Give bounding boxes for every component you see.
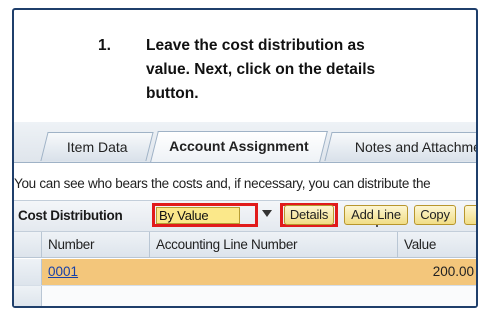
info-text: You can see who bears the costs and, if … xyxy=(14,176,431,191)
more-toolbar-button[interactable] xyxy=(464,205,476,225)
row-selector[interactable] xyxy=(14,259,42,285)
column-header-accounting-line-number[interactable]: Accounting Line Number xyxy=(150,232,398,258)
tab-bar: Item Data Account Assignment Notes and A… xyxy=(14,122,476,163)
tab-account-assignment-label: Account Assignment xyxy=(169,138,309,154)
sap-screen: Item Data Account Assignment Notes and A… xyxy=(14,122,476,306)
cost-distribution-select[interactable]: By Value xyxy=(156,207,240,224)
add-line-button[interactable]: Add Line xyxy=(344,205,408,225)
instruction-text: Leave the cost distribution as value. Ne… xyxy=(146,37,376,102)
tab-notes-and-attachments[interactable]: Notes and Attachme xyxy=(324,132,478,161)
table-row-empty xyxy=(14,285,476,306)
details-button[interactable]: Details xyxy=(284,205,334,225)
tab-item-data[interactable]: Item Data xyxy=(40,132,154,161)
cost-distribution-table: Number Accounting Line Number Value 0001… xyxy=(14,232,476,306)
cost-distribution-toolbar: Cost Distribution By Value Details Add L… xyxy=(14,200,476,232)
tab-item-data-label: Item Data xyxy=(66,139,128,155)
instruction-callout: 1. Leave the cost distribution as value.… xyxy=(14,20,476,124)
row-number-link[interactable]: 0001 xyxy=(42,259,150,285)
row-selector-empty[interactable] xyxy=(14,286,42,306)
select-all-cell[interactable] xyxy=(14,232,42,258)
column-header-number[interactable]: Number xyxy=(42,232,150,258)
chevron-down-icon[interactable] xyxy=(262,210,272,217)
tab-notes-label: Notes and Attachme xyxy=(354,139,478,155)
copy-button[interactable]: Copy xyxy=(414,205,456,225)
instruction-number: 1. xyxy=(98,37,111,54)
cursor-dot xyxy=(376,225,378,227)
tab-account-assignment[interactable]: Account Assignment xyxy=(150,131,328,162)
tutorial-frame: 1. Leave the cost distribution as value.… xyxy=(12,8,478,308)
column-header-value[interactable]: Value xyxy=(398,232,476,258)
row-value: 200.00 xyxy=(398,259,476,285)
row-accounting-line-number xyxy=(150,259,398,285)
cost-distribution-label: Cost Distribution xyxy=(18,208,123,223)
